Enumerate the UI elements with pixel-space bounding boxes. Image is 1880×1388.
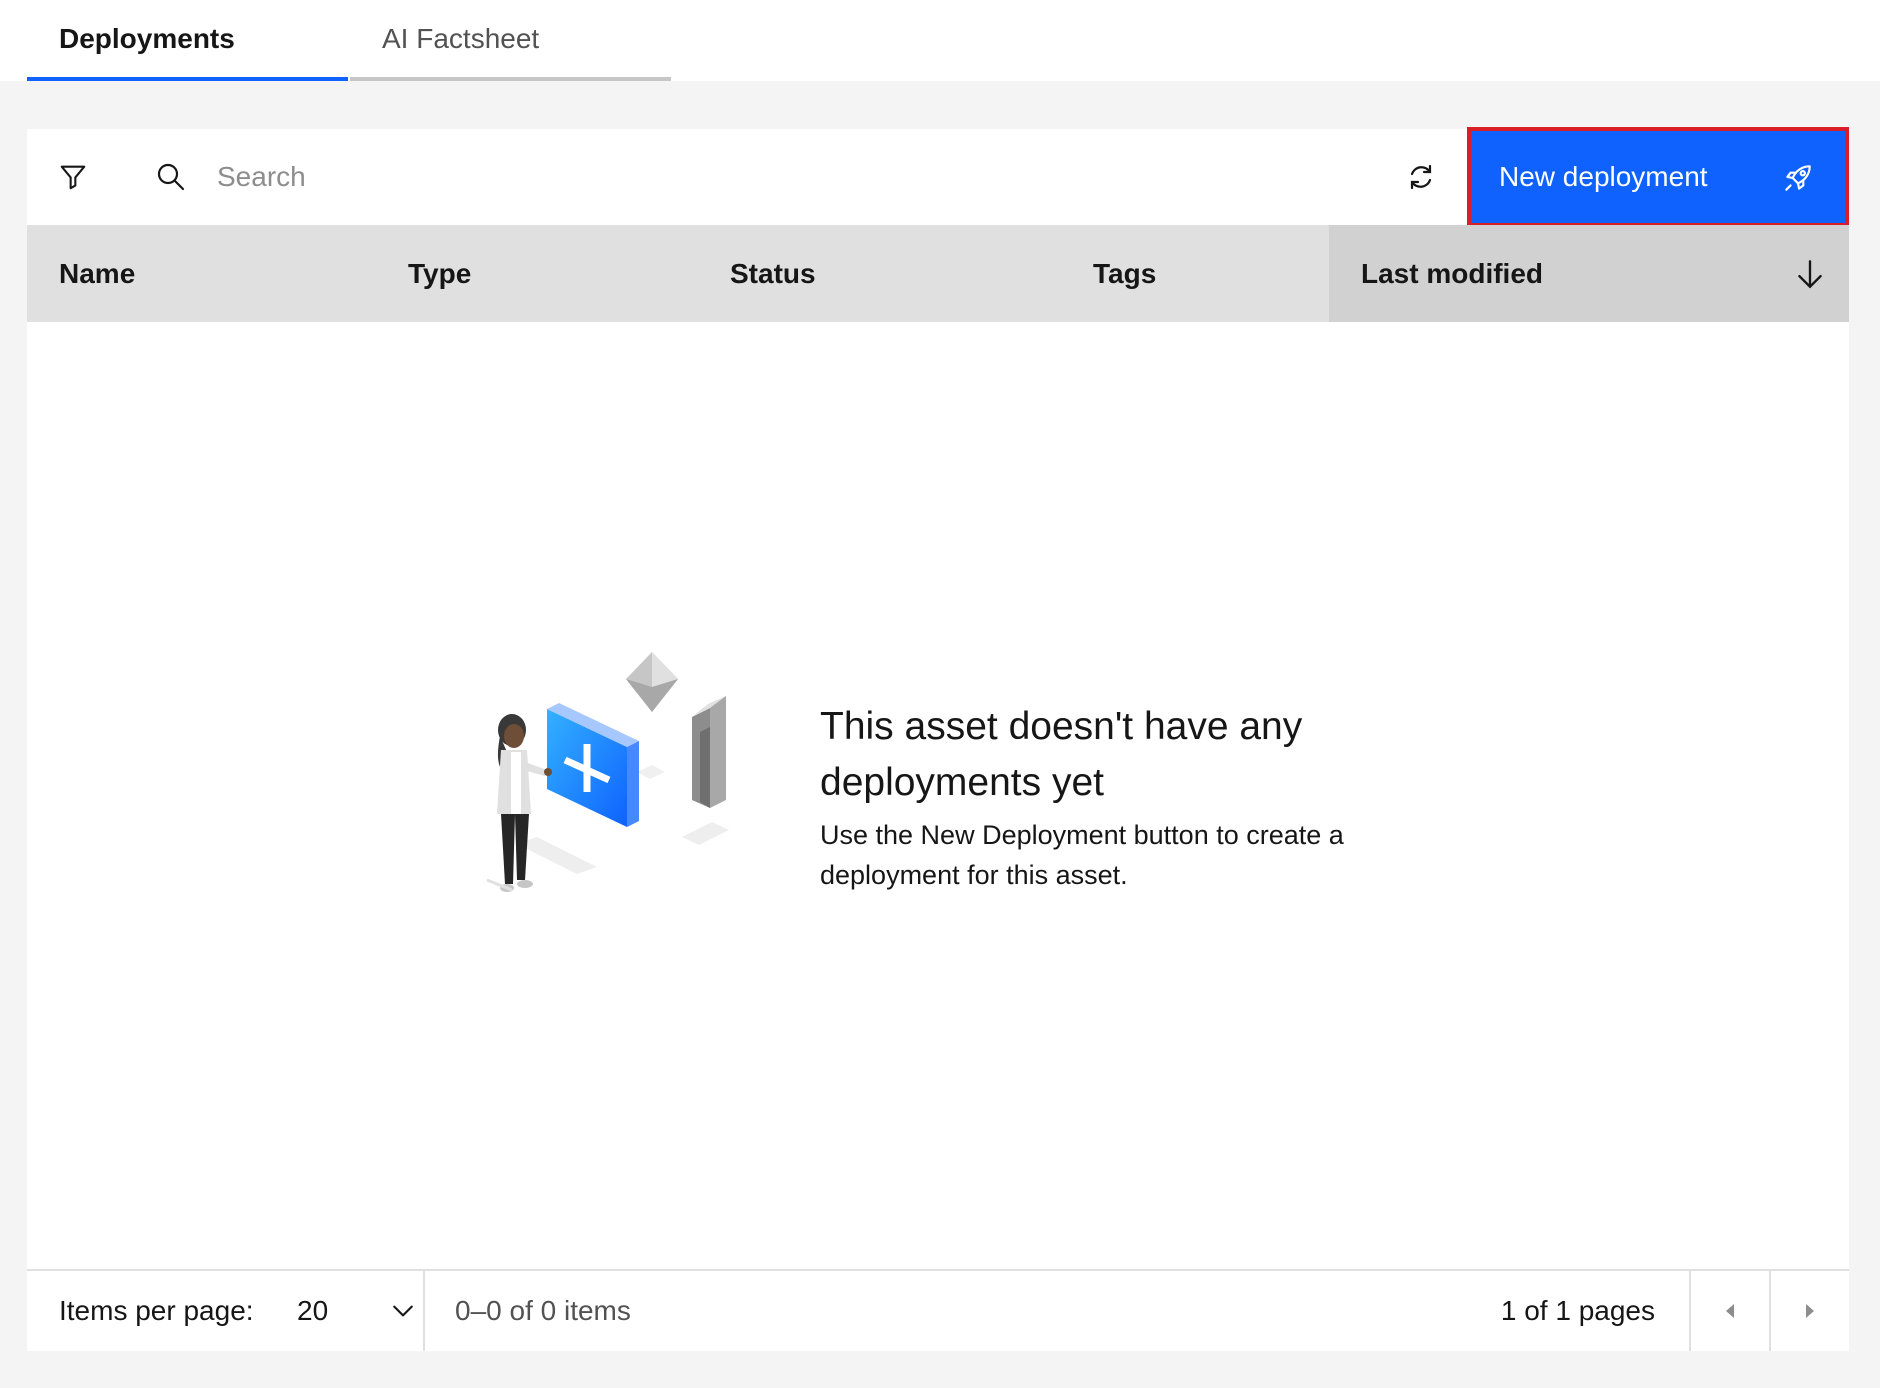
column-header-last-modified[interactable]: Last modified	[1329, 225, 1849, 322]
empty-state: This asset doesn't have any deployments …	[27, 322, 1849, 1269]
search-icon-wrap	[147, 153, 195, 201]
empty-state-body: Use the New Deployment button to create …	[820, 820, 1344, 890]
arrow-down-icon	[1798, 260, 1822, 289]
column-header-status[interactable]: Status	[730, 225, 816, 322]
tab-ai-factsheet[interactable]: AI Factsheet	[350, 0, 671, 81]
deployments-panel: New deployment Name Type Status Tags Las…	[27, 127, 1849, 1351]
refresh-button[interactable]	[1397, 153, 1445, 201]
next-page-button[interactable]	[1771, 1271, 1849, 1351]
items-per-page-select[interactable]: 20	[297, 1271, 417, 1351]
tab-ai-factsheet-label: AI Factsheet	[382, 22, 540, 54]
new-deployment-button[interactable]: New deployment	[1467, 127, 1849, 227]
rocket-icon	[1785, 165, 1811, 191]
items-per-page-value: 20	[297, 1295, 329, 1326]
filter-button[interactable]	[49, 153, 97, 201]
new-deployment-label: New deployment	[1499, 161, 1708, 192]
column-header-name[interactable]: Name	[59, 225, 135, 322]
caret-left-icon	[1726, 1304, 1734, 1318]
column-header-last-modified-label: Last modified	[1361, 257, 1544, 289]
refresh-icon	[1410, 164, 1432, 190]
column-header-tags[interactable]: Tags	[1093, 225, 1156, 322]
items-per-page-label: Items per page:	[59, 1295, 254, 1326]
search-icon	[157, 163, 185, 191]
tab-bar: Deployments AI Factsheet	[0, 0, 1880, 81]
person-with-plus-block-illustration	[486, 652, 729, 892]
tab-deployments[interactable]: Deployments	[27, 0, 348, 81]
previous-page-button[interactable]	[1691, 1271, 1769, 1351]
table-header: Name Type Status Tags Last modified	[27, 225, 1849, 322]
empty-state-title: This asset doesn't have any deployments …	[820, 705, 1303, 804]
pagination: Items per page: 20 0–0 of 0 items 1 of 1…	[27, 1269, 1849, 1351]
chevron-down-icon	[393, 1305, 413, 1317]
pagination-divider	[423, 1271, 425, 1351]
search-input[interactable]	[217, 147, 1367, 207]
caret-right-icon	[1806, 1304, 1814, 1318]
items-range: 0–0 of 0 items	[455, 1295, 631, 1326]
filter-icon	[60, 165, 86, 190]
page-count: 1 of 1 pages	[1500, 1295, 1655, 1326]
table-toolbar: New deployment	[27, 127, 1849, 227]
tab-deployments-label: Deployments	[59, 22, 235, 54]
column-header-type[interactable]: Type	[408, 225, 471, 322]
